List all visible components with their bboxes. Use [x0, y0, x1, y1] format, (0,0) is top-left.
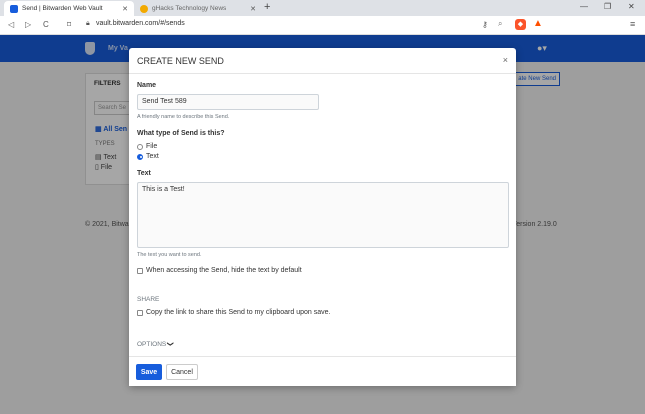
close-window-icon[interactable]: ✕ [628, 2, 635, 11]
address-bar: ◁ ▷ C ⌑ 🔒︎ vault.bitwarden.com/#/sends ⚷… [0, 16, 645, 35]
bookmark-icon[interactable]: ⌑ [67, 20, 71, 29]
checkbox-icon [137, 267, 143, 274]
hide-text-checkbox[interactable]: When accessing the Send, hide the text b… [137, 267, 302, 274]
brave-shields-icon[interactable]: ◆ [515, 19, 526, 30]
url-field[interactable]: vault.bitwarden.com/#/sends [96, 20, 185, 27]
radio-selected-icon [137, 153, 143, 160]
bitwarden-favicon-icon [10, 4, 18, 13]
chevron-down-icon: ❯ [166, 341, 174, 347]
forward-icon[interactable]: ▷ [25, 20, 31, 29]
brave-rewards-icon[interactable]: ▲ [533, 18, 543, 29]
radio-type-file[interactable]: File [137, 143, 157, 150]
name-help: A friendly name to describe this Send. [137, 114, 230, 120]
tab-bitwarden[interactable]: Send | Bitwarden Web Vault ✕ [4, 1, 134, 16]
modal-header: CREATE NEW SEND × [129, 48, 516, 74]
back-icon[interactable]: ◁ [8, 20, 14, 29]
name-input[interactable]: Send Test 589 [137, 94, 319, 110]
tab-ghacks[interactable]: gHacks Technology News ✕ [134, 1, 262, 16]
text-textarea[interactable]: This is a Test! [137, 182, 509, 248]
create-send-modal: CREATE NEW SEND × Name Send Test 589 A f… [129, 48, 516, 386]
radio-unselected-icon [137, 143, 143, 150]
key-icon[interactable]: ⚷ [482, 20, 488, 29]
save-button[interactable]: Save [136, 364, 162, 380]
copy-link-checkbox[interactable]: Copy the link to share this Send to my c… [137, 309, 330, 316]
browser-menu-icon[interactable]: ≡ [630, 19, 635, 29]
options-toggle[interactable]: OPTIONS ❯ [137, 340, 174, 348]
lock-icon[interactable]: 🔒︎ [86, 20, 90, 28]
restore-icon[interactable]: ❐ [604, 2, 611, 11]
modal-title: CREATE NEW SEND [137, 56, 224, 66]
modal-footer: Save Cancel [129, 356, 516, 386]
share-section-title: SHARE [137, 296, 160, 303]
text-help: The text you want to send. [137, 252, 202, 258]
checkbox-icon [137, 309, 143, 316]
minimize-icon[interactable]: — [580, 2, 588, 11]
type-label: What type of Send is this? [137, 130, 225, 137]
close-tab-icon[interactable]: ✕ [250, 5, 256, 13]
tab-title: gHacks Technology News [152, 5, 227, 12]
radio-type-text[interactable]: Text [137, 153, 159, 160]
text-label: Text [137, 170, 151, 177]
close-icon[interactable]: × [503, 55, 508, 65]
new-tab-icon[interactable]: + [264, 1, 270, 13]
ghacks-favicon-icon [140, 4, 148, 13]
cancel-button[interactable]: Cancel [166, 364, 198, 380]
tab-title: Send | Bitwarden Web Vault [22, 5, 103, 12]
close-tab-icon[interactable]: ✕ [122, 5, 128, 13]
zoom-icon[interactable]: ⌕ [498, 19, 502, 29]
reload-icon[interactable]: C [43, 20, 49, 29]
browser-tab-bar: Send | Bitwarden Web Vault ✕ gHacks Tech… [0, 0, 645, 16]
name-label: Name [137, 82, 157, 89]
